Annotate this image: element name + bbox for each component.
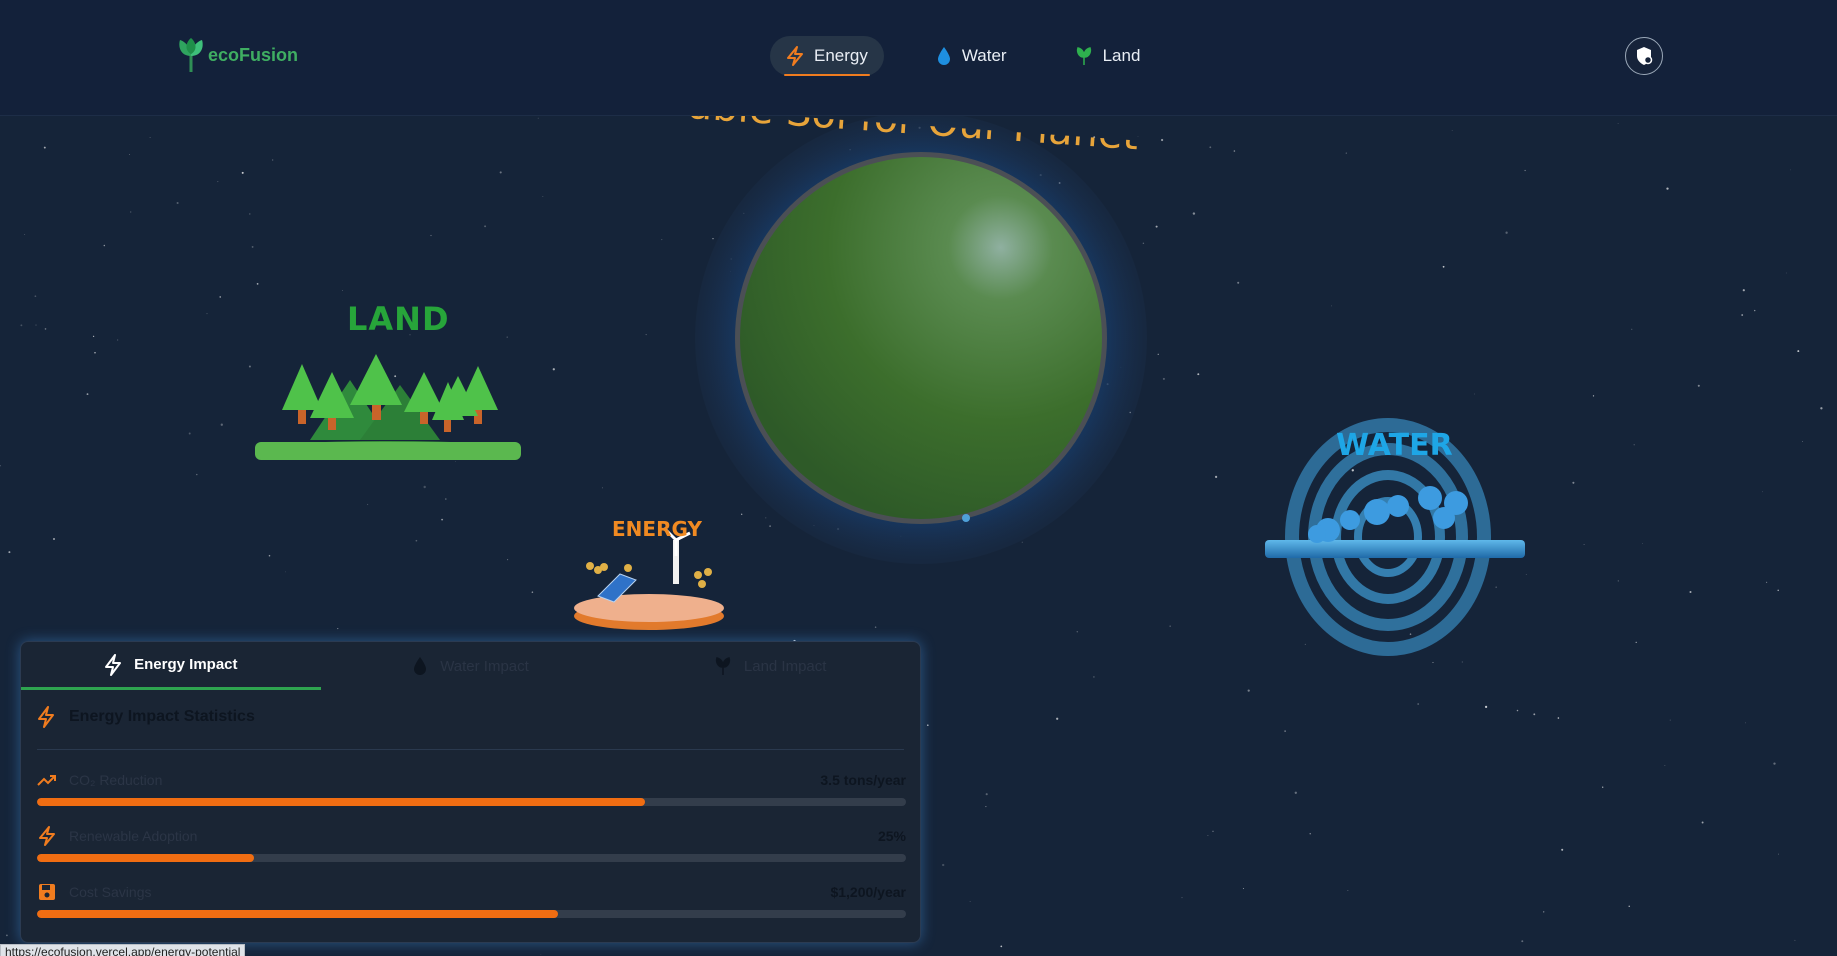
save-icon	[37, 882, 57, 902]
tab-water-impact[interactable]: Water Impact	[321, 642, 621, 690]
planet-scene	[0, 100, 1837, 660]
nav-land[interactable]: Land	[1059, 36, 1157, 76]
lightning-icon	[37, 826, 57, 846]
top-header: ecoFusion Energy Water Land	[0, 0, 1837, 116]
divider	[37, 749, 904, 750]
land-island[interactable]	[255, 354, 521, 460]
main-nav: Energy Water Land	[770, 36, 1156, 76]
progress-track	[37, 854, 906, 862]
progress-fill	[37, 798, 646, 806]
stat-value: 3.5 tons/year	[820, 772, 906, 788]
progress-track	[37, 910, 906, 918]
tab-energy-impact[interactable]: Energy Impact	[21, 642, 321, 690]
lightning-icon	[105, 653, 122, 676]
nav-land-label: Land	[1102, 46, 1141, 65]
stat-cost-savings: Cost Savings $1,200/year	[37, 882, 906, 922]
shield-icon	[1637, 47, 1653, 65]
lightning-icon	[787, 46, 803, 66]
tab-land-impact[interactable]: Land Impact	[620, 642, 920, 690]
impact-panel: Energy Impact Water Impact Land Impact E…	[20, 641, 921, 943]
stat-value: 25%	[877, 828, 906, 844]
status-bar-url: https://ecofusion.vercel.app/energy-pote…	[0, 944, 246, 956]
impact-tabs: Energy Impact Water Impact Land Impact	[21, 642, 920, 690]
tab-energy-impact-label: Energy Impact	[134, 656, 238, 673]
stat-label: Renewable Adoption	[69, 828, 198, 844]
nav-water-label: Water	[961, 46, 1007, 65]
water-drop-icon	[937, 47, 950, 65]
brand-logo[interactable]: ecoFusion	[176, 36, 298, 74]
stat-label: CO₂ Reduction	[69, 772, 163, 788]
brand-name: ecoFusion	[208, 44, 299, 65]
water-label: WATER	[1336, 428, 1453, 463]
progress-fill	[37, 854, 255, 862]
water-drop-icon	[414, 657, 427, 675]
stats-title: Energy Impact Statistics	[69, 708, 255, 725]
energy-island[interactable]	[574, 526, 724, 630]
sprout-icon	[715, 657, 730, 675]
stats-header: Energy Impact Statistics	[37, 706, 255, 728]
trending-up-icon	[37, 770, 57, 790]
energy-label: ENERGY	[612, 517, 702, 541]
progress-fill	[37, 910, 559, 918]
account-shield-button[interactable]	[1625, 37, 1663, 75]
tab-water-impact-label: Water Impact	[440, 657, 529, 675]
stat-value: $1,200/year	[830, 884, 906, 900]
progress-track	[37, 798, 906, 806]
stat-label: Cost Savings	[69, 884, 152, 900]
nav-energy[interactable]: Energy	[770, 36, 884, 76]
land-label: LAND	[347, 300, 450, 338]
stat-renewable-adoption: Renewable Adoption 25%	[37, 826, 906, 866]
stat-co2-reduction: CO₂ Reduction 3.5 tons/year	[37, 770, 906, 810]
nav-energy-label: Energy	[814, 46, 868, 65]
nav-water[interactable]: Water	[920, 36, 1023, 76]
tab-land-impact-label: Land Impact	[743, 657, 827, 675]
sprout-icon	[1076, 47, 1091, 65]
leaf-logo-icon	[179, 38, 203, 72]
lightning-icon	[38, 706, 54, 728]
